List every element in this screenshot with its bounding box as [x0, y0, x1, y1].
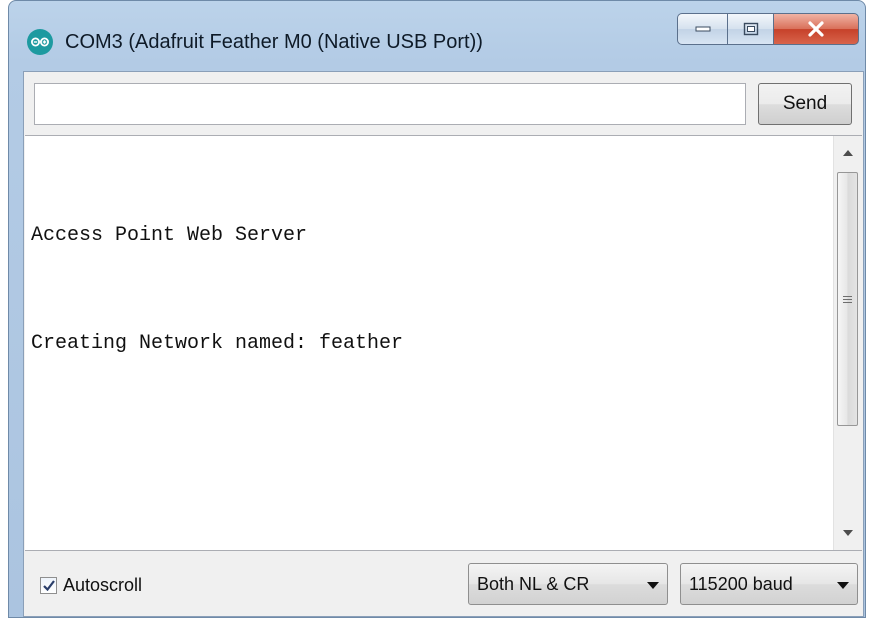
window-title: COM3 (Adafruit Feather M0 (Native USB Po… — [65, 31, 483, 53]
minimize-icon — [695, 26, 710, 32]
window-controls — [677, 13, 859, 47]
grip-icon — [843, 295, 852, 303]
send-button[interactable]: Send — [758, 83, 852, 125]
vertical-scrollbar[interactable] — [833, 136, 862, 550]
scroll-down-button[interactable] — [834, 516, 862, 550]
send-input[interactable] — [34, 83, 746, 125]
output-line: Creating Network named: feather — [31, 332, 404, 355]
bottom-bar: Autoscroll Both NL & CR 115200 baud — [24, 551, 863, 616]
arduino-icon — [27, 29, 53, 55]
line-ending-value: Both NL & CR — [477, 573, 590, 594]
checkbox-box[interactable] — [40, 576, 57, 594]
line-ending-select[interactable]: Both NL & CR — [468, 563, 668, 605]
serial-output[interactable]: Access Point Web Server Creating Network… — [25, 135, 862, 551]
down-arrow-icon — [843, 530, 853, 536]
minimize-button[interactable] — [677, 13, 727, 45]
baud-rate-select[interactable]: 115200 baud — [680, 563, 858, 605]
scroll-up-button[interactable] — [834, 136, 862, 170]
scrollbar-thumb[interactable] — [837, 172, 858, 426]
close-icon — [808, 21, 824, 37]
chevron-down-icon — [647, 582, 659, 589]
client-area: Send Access Point Web Server Creating Ne… — [23, 71, 864, 617]
chevron-down-icon — [837, 582, 849, 589]
serial-monitor-window: COM3 (Adafruit Feather M0 (Native USB Po… — [8, 0, 866, 618]
output-line: Access Point Web Server — [31, 224, 308, 247]
title-bar[interactable]: COM3 (Adafruit Feather M0 (Native USB Po… — [9, 1, 865, 79]
checkmark-icon — [42, 579, 55, 591]
serial-output-text: Access Point Web Server Creating Network… — [31, 146, 822, 434]
baud-rate-value: 115200 baud — [689, 573, 793, 594]
maximize-button[interactable] — [727, 13, 773, 45]
autoscroll-label: Autoscroll — [63, 575, 143, 595]
maximize-icon — [743, 22, 758, 36]
up-arrow-icon — [843, 150, 853, 156]
close-button[interactable] — [773, 13, 859, 45]
autoscroll-checkbox[interactable]: Autoscroll — [40, 575, 142, 595]
